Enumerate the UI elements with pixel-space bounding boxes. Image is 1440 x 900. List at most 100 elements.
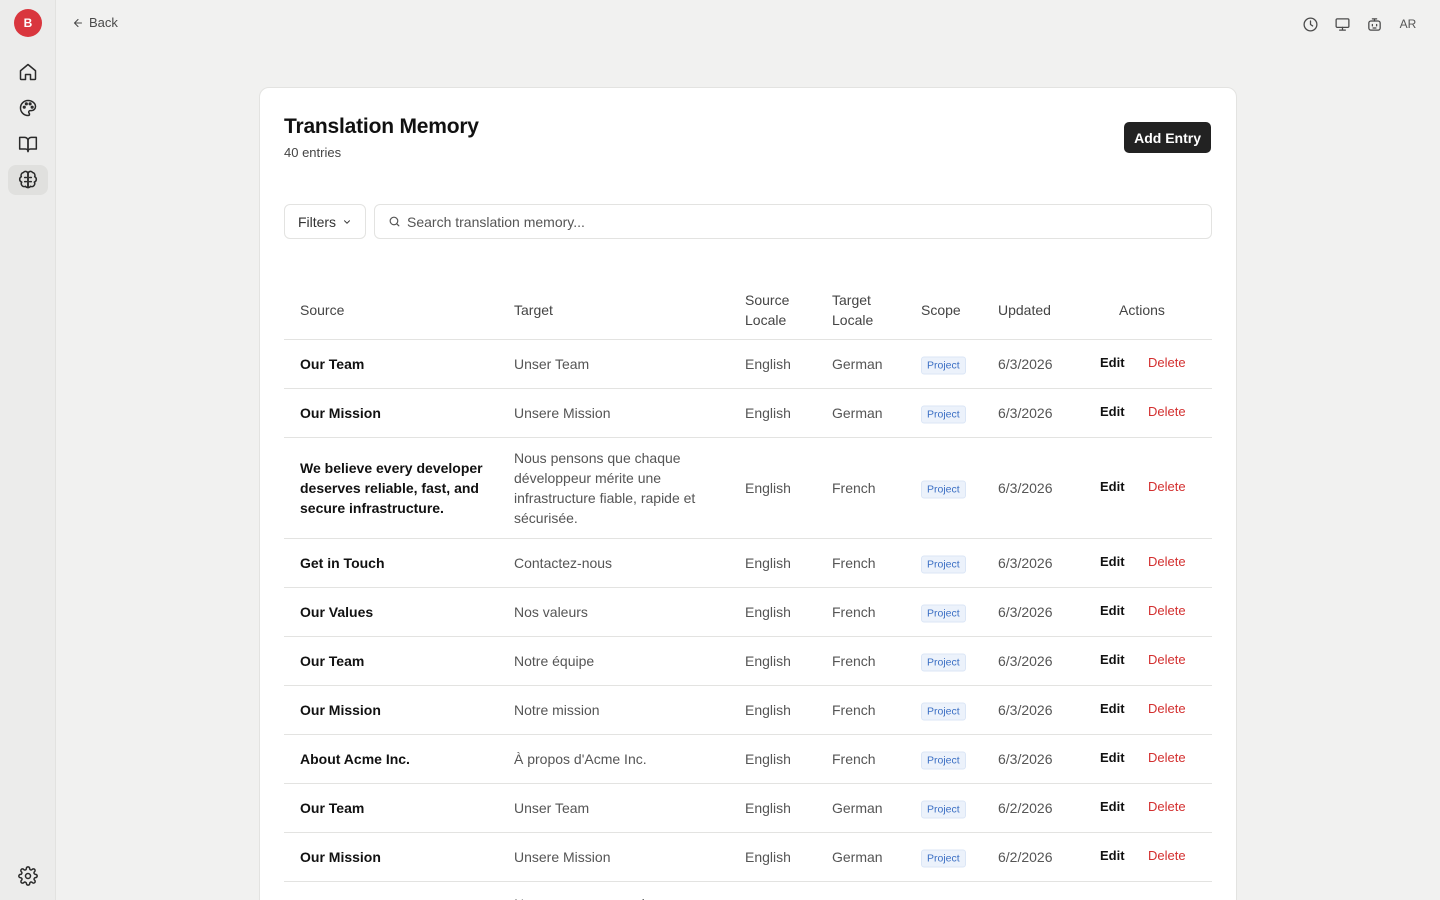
scope-cell: Project [921, 749, 966, 770]
target-locale-cell: French [832, 555, 876, 571]
target-cell: Unser Team [514, 800, 590, 816]
assistant-button[interactable] [1364, 12, 1384, 36]
sidebar-item-home[interactable] [8, 57, 48, 87]
edit-button[interactable]: Edit [1100, 650, 1125, 670]
translation-memory-card: Translation Memory 40 entries Add Entry … [259, 87, 1237, 900]
updated-cell: 6/3/2026 [998, 480, 1053, 496]
table-row: Our Team Notre équipe English French Project… [284, 637, 1212, 686]
updated-cell: 6/3/2026 [998, 356, 1053, 372]
source-cell: Our Team [300, 800, 365, 816]
delete-button[interactable]: Delete [1148, 353, 1186, 373]
target-cell: Unsere Mission [514, 849, 611, 865]
table-row: Our Values Nos valeurs English French Projec… [284, 588, 1212, 637]
scope-cell: Project [921, 354, 966, 375]
history-button[interactable] [1300, 12, 1320, 36]
edit-button[interactable]: Edit [1100, 748, 1125, 768]
table-row: Our Mission Unsere Mission English German Pr… [284, 833, 1212, 882]
bot-icon [1367, 17, 1381, 31]
source-locale-cell: English [745, 356, 791, 372]
source-locale-cell: English [745, 405, 791, 421]
header-actions: Actions [1119, 302, 1165, 318]
delete-button[interactable]: Delete [1148, 402, 1186, 422]
edit-button[interactable]: Edit [1100, 552, 1125, 572]
table-row: Nous pensons que chaque [284, 882, 1212, 900]
table-row: Get in Touch Contactez-nous English French P… [284, 539, 1212, 588]
target-cell: Notre mission [514, 702, 600, 718]
target-cell: Nos valeurs [514, 604, 588, 620]
target-locale-cell: German [832, 356, 883, 372]
edit-button[interactable]: Edit [1100, 477, 1125, 497]
table-row: We believe every developer deserves reli… [284, 438, 1212, 539]
palette-icon [19, 99, 37, 117]
target-locale-cell: German [832, 849, 883, 865]
delete-button[interactable]: Delete [1148, 650, 1186, 670]
header-target-locale[interactable]: Target Locale [832, 290, 892, 330]
monitor-icon [1334, 17, 1350, 31]
target-cell: Nous pensons que chaque développeur méri… [514, 450, 696, 526]
settings-button[interactable] [8, 861, 48, 891]
scope-cell: Project [921, 478, 966, 499]
user-avatar[interactable]: AR [1396, 12, 1420, 36]
source-cell: Our Mission [300, 849, 381, 865]
delete-button[interactable]: Delete [1148, 699, 1186, 719]
table-row: Our Team Unser Team English German Project 6/… [284, 784, 1212, 833]
source-locale-cell: English [745, 751, 791, 767]
source-cell: Get in Touch [300, 555, 385, 571]
updated-cell: 6/3/2026 [998, 751, 1053, 767]
updated-cell: 6/3/2026 [998, 405, 1053, 421]
filters-label: Filters [297, 213, 337, 230]
table-row: Our Mission Unsere Mission English German Pr… [284, 389, 1212, 438]
search-box[interactable] [374, 204, 1212, 239]
edit-button[interactable]: Edit [1100, 797, 1125, 817]
target-locale-cell: French [832, 480, 876, 496]
delete-button[interactable]: Delete [1148, 748, 1186, 768]
edit-button[interactable]: Edit [1100, 699, 1125, 719]
delete-button[interactable]: Delete [1148, 601, 1186, 621]
home-icon [19, 63, 37, 81]
updated-cell: 6/3/2026 [998, 653, 1053, 669]
scope-badge: Project [921, 480, 966, 499]
target-cell: Nous pensons que chaque [514, 894, 714, 900]
sidebar-item-docs[interactable] [8, 129, 48, 159]
scope-badge: Project [921, 604, 966, 623]
source-locale-cell: English [745, 555, 791, 571]
scope-badge: Project [921, 800, 966, 819]
header-scope[interactable]: Scope [921, 300, 961, 320]
sidebar-item-design[interactable] [8, 93, 48, 123]
delete-button[interactable]: Delete [1148, 477, 1186, 497]
back-link[interactable]: Back [72, 15, 118, 30]
add-entry-button[interactable]: Add Entry [1124, 122, 1211, 153]
table-row: Our Mission Notre mission English French Pro… [284, 686, 1212, 735]
search-icon [389, 216, 400, 227]
workspace-avatar[interactable]: B [14, 9, 42, 37]
back-label: Back [89, 15, 118, 30]
scope-badge: Project [921, 653, 966, 672]
delete-button[interactable]: Delete [1148, 552, 1186, 572]
preview-button[interactable] [1332, 12, 1352, 36]
source-cell: Our Values [300, 604, 374, 620]
brain-icon [18, 170, 38, 189]
header-updated[interactable]: Updated [998, 300, 1051, 320]
sidebar: B [0, 0, 56, 900]
header-source[interactable]: Source [300, 300, 344, 320]
top-toolbar: AR [1300, 12, 1420, 36]
history-icon [1302, 16, 1318, 32]
header-source-locale[interactable]: Source Locale [745, 290, 805, 330]
edit-button[interactable]: Edit [1100, 846, 1125, 866]
source-cell: About Acme Inc. [300, 751, 410, 767]
edit-button[interactable]: Edit [1100, 402, 1125, 422]
source-locale-cell: English [745, 800, 791, 816]
search-input[interactable] [407, 213, 1211, 230]
filters-dropdown[interactable]: Filters [284, 204, 366, 239]
header-target[interactable]: Target [514, 300, 553, 320]
scope-badge: Project [921, 751, 966, 770]
delete-button[interactable]: Delete [1148, 846, 1186, 866]
target-cell: À propos d'Acme Inc. [514, 751, 647, 767]
edit-button[interactable]: Edit [1100, 601, 1125, 621]
source-locale-cell: English [745, 653, 791, 669]
delete-button[interactable]: Delete [1148, 797, 1186, 817]
target-locale-cell: French [832, 751, 876, 767]
scope-badge: Project [921, 555, 966, 574]
edit-button[interactable]: Edit [1100, 353, 1125, 373]
sidebar-item-translation-memory[interactable] [8, 165, 48, 195]
